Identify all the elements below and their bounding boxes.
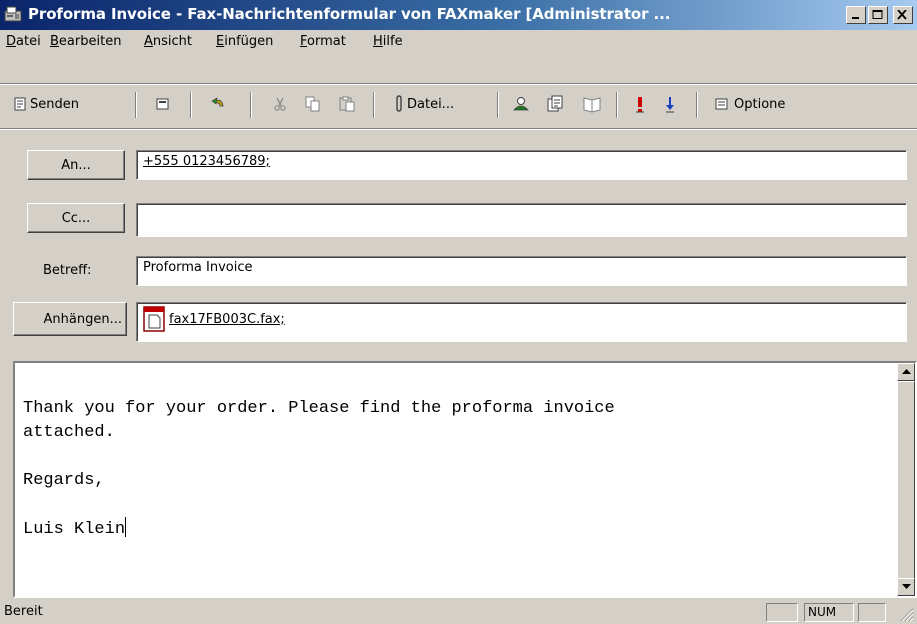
paste-icon [339,96,355,112]
scroll-down-button[interactable] [897,578,915,596]
attach-file-button[interactable]: Datei... [393,92,454,116]
toolbar-separator [135,92,137,118]
close-icon [897,10,907,20]
attachment-field: fax17FB003C.fax; [136,302,907,342]
arrow-down-icon [902,584,911,589]
text-caret [125,517,127,537]
high-priority-icon [636,97,644,113]
vertical-scrollbar[interactable] [897,363,915,596]
to-field[interactable]: +555 0123456789; [136,150,907,180]
menu-hilfe[interactable]: Hilfe [373,34,403,49]
body-line [23,445,883,469]
maximize-icon [872,10,883,19]
copy-button[interactable] [304,92,322,116]
resize-grip-icon[interactable] [898,606,914,622]
cc-button[interactable]: Cc... [27,203,125,233]
scroll-thumb[interactable] [897,381,915,581]
paste-button[interactable] [338,92,356,116]
body-line: Luis Klein [23,520,126,539]
cut-button[interactable] [272,92,288,116]
scroll-up-button[interactable] [897,363,915,381]
fax-document-icon [143,306,165,332]
menu-einfuegen[interactable]: Einfügen [216,34,273,49]
options-label: Optione [734,96,786,112]
body-line [23,493,883,517]
cover-page-button[interactable] [582,92,602,116]
options-icon [715,98,728,110]
toolbar-separator [250,92,252,118]
toolbar-separator [616,92,618,118]
toolbar-separator [497,92,499,118]
low-priority-icon [666,97,674,113]
num-lock-indicator: NUM [804,603,854,622]
attachment-item[interactable]: fax17FB003C.fax; [143,306,285,332]
body-line: attached. [23,423,115,442]
paperclip-icon [396,95,402,112]
options-button[interactable]: Optione [714,92,785,116]
send-icon [14,97,26,111]
toolbar-separator [696,92,698,118]
to-button[interactable]: An... [27,150,125,180]
status-bar: Bereit NUM [0,600,917,624]
menu-ansicht[interactable]: Ansicht [144,34,192,49]
status-panel [858,603,886,622]
check-names-icon [547,95,563,112]
window-title: Proforma Invoice - Fax-Nachrichtenformul… [28,5,671,23]
attachment-name: fax17FB003C.fax; [169,311,285,327]
save-button[interactable] [155,92,171,116]
menu-datei[interactable]: Datei [6,34,41,49]
save-icon [156,98,169,110]
attach-button[interactable]: Anhängen... [13,302,127,336]
send-button[interactable]: Senden [12,92,79,116]
check-names-button[interactable] [546,92,566,116]
high-priority-button[interactable] [634,92,646,116]
menu-bar: Datei Bearbeiten Ansicht Einfügen Format… [0,30,917,54]
status-panel [766,603,798,622]
arrow-up-icon [902,369,911,374]
subject-label: Betreff: [43,263,92,278]
address-book-icon [513,97,529,111]
message-body-editor[interactable]: Thank you for your order. Please find th… [13,361,917,598]
menu-bearbeiten[interactable]: Bearbeiten [50,34,121,49]
undo-icon [211,97,224,107]
menu-format[interactable]: Format [300,34,346,49]
low-priority-button[interactable] [664,92,676,116]
body-line: Thank you for your order. Please find th… [23,399,615,418]
body-line: Regards, [23,471,105,490]
close-button[interactable] [893,6,913,24]
cut-icon [274,97,286,111]
to-recipient[interactable]: +555 0123456789; [143,154,270,169]
undo-button[interactable] [210,92,228,116]
toolbar-separator [190,92,192,118]
address-book-button[interactable] [512,92,530,116]
minimize-button[interactable] [846,6,866,24]
status-text: Bereit [4,604,43,619]
message-body[interactable]: Thank you for your order. Please find th… [23,397,883,542]
book-icon [583,97,601,113]
maximize-button[interactable] [868,6,888,24]
title-bar[interactable]: Proforma Invoice - Fax-Nachrichtenformul… [0,0,917,30]
toolbar: Senden Datei... Optione [0,84,917,124]
cc-field[interactable] [136,203,907,237]
subject-field[interactable]: Proforma Invoice [136,256,907,286]
minimize-icon [852,17,859,19]
fax-app-icon [4,6,22,22]
copy-icon [305,96,320,112]
toolbar-divider [0,128,917,130]
attach-file-label: Datei... [407,96,455,112]
toolbar-separator [373,92,375,118]
send-label: Senden [30,96,79,112]
